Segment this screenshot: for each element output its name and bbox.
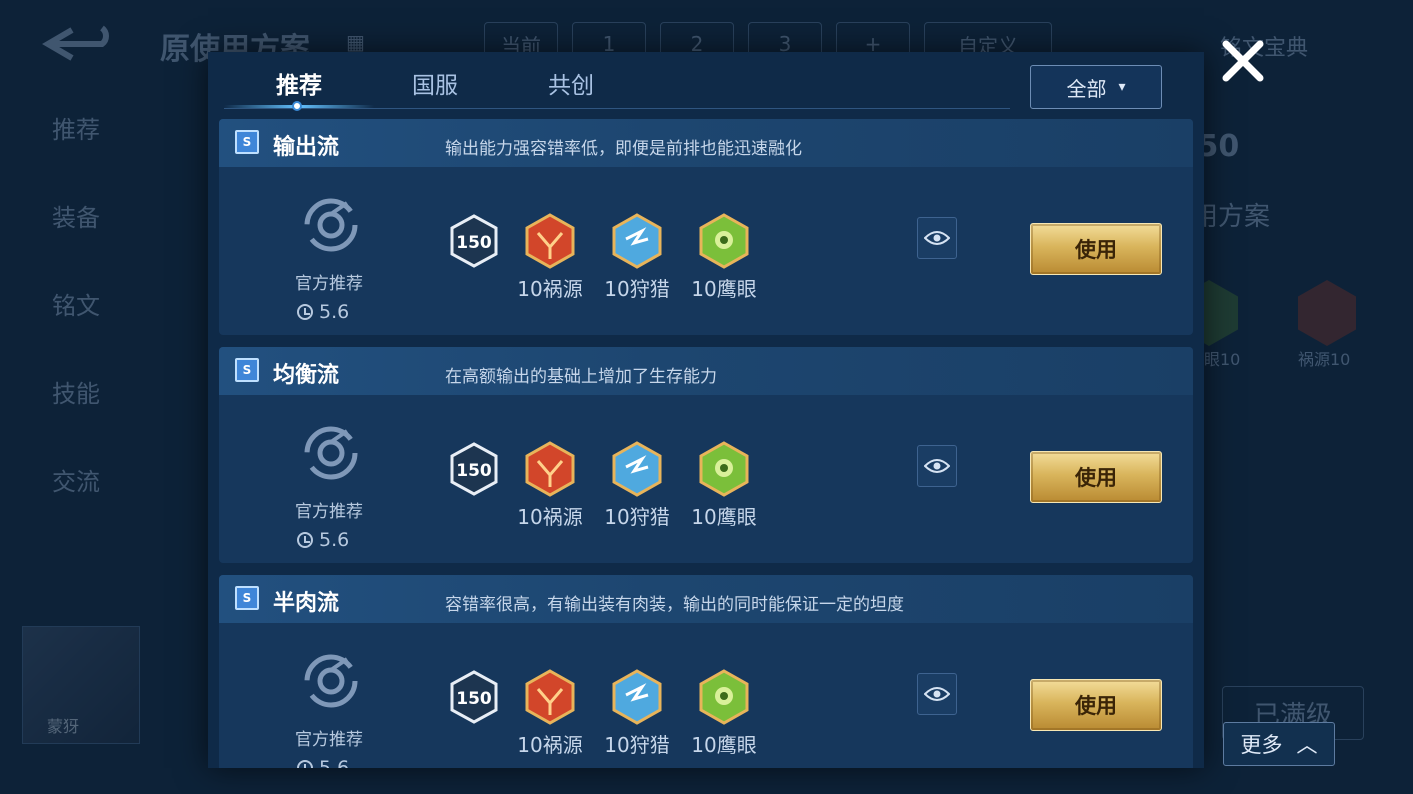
eye-icon bbox=[924, 687, 950, 701]
rune-level-hexagon: 150 bbox=[450, 670, 498, 724]
rune-red-label: 10祸源 bbox=[517, 733, 583, 757]
chevron-down-icon: ▾ bbox=[1118, 79, 1126, 95]
filter-label: 全部 bbox=[1066, 76, 1107, 101]
bg-sidebar: 推荐 装备 铭文 技能 交流 bbox=[52, 110, 100, 498]
rune-level-text: 150 bbox=[456, 461, 492, 481]
rune-red-icon bbox=[525, 213, 575, 269]
eye-icon bbox=[924, 231, 950, 245]
rune-blue-icon bbox=[612, 213, 662, 269]
version-info: 5.6 bbox=[297, 301, 349, 323]
rune-level-text: 150 bbox=[456, 689, 492, 709]
more-label: 更多 bbox=[1240, 733, 1283, 757]
plan-name: 均衡流 bbox=[273, 363, 340, 388]
panel-tabs: 推荐 国服 共创 bbox=[224, 52, 1010, 111]
version-info: 5.6 bbox=[297, 757, 349, 768]
plan-name: 输出流 bbox=[273, 135, 340, 160]
tab-co-create[interactable]: 共创 bbox=[548, 66, 594, 100]
plan-name: 半肉流 bbox=[273, 591, 340, 616]
rune-level-hexagon: 150 bbox=[450, 214, 498, 268]
rune-blue-icon bbox=[612, 669, 662, 725]
rune-level-hexagon: 150 bbox=[450, 442, 498, 496]
plan-card-header: S 均衡流 在高额输出的基础上增加了生存能力 bbox=[219, 347, 1193, 395]
tab-recommend[interactable]: 推荐 bbox=[276, 66, 322, 100]
bg-stone-label-eye: 眼10 bbox=[1204, 350, 1241, 369]
rune-green-icon bbox=[699, 213, 749, 269]
tab-national-server[interactable]: 国服 bbox=[412, 66, 458, 100]
preview-button[interactable] bbox=[917, 445, 957, 487]
bg-sidebar-item-skills: 技能 bbox=[52, 380, 100, 408]
official-recommend-label: 官方推荐 bbox=[295, 274, 363, 294]
plan-description: 在高额输出的基础上增加了生存能力 bbox=[445, 367, 717, 387]
official-recommend-icon bbox=[304, 198, 358, 252]
rune-level-text: 150 bbox=[456, 233, 492, 253]
rune-red-icon bbox=[525, 441, 575, 497]
plan-description: 容错率很高，有输出装有肉装，输出的同时能保证一定的坦度 bbox=[445, 595, 904, 615]
bg-sidebar-item-chat: 交流 bbox=[52, 468, 100, 496]
use-button[interactable]: 使用 bbox=[1030, 223, 1162, 275]
official-badge-icon: S bbox=[235, 586, 259, 610]
version-number: 5.6 bbox=[319, 529, 350, 551]
official-recommend-label: 官方推荐 bbox=[295, 730, 363, 750]
rune-blue-label: 10狩猎 bbox=[604, 277, 670, 301]
back-arrow-icon bbox=[42, 25, 109, 61]
plan-card-header: S 半肉流 容错率很高，有输出装有肉装，输出的同时能保证一定的坦度 bbox=[219, 575, 1193, 623]
more-button[interactable]: 更多 ︿ bbox=[1223, 722, 1335, 766]
official-recommend-label: 官方推荐 bbox=[295, 502, 363, 522]
plan-card: S 半肉流 容错率很高，有输出装有肉装，输出的同时能保证一定的坦度 官方推荐 5… bbox=[219, 575, 1193, 768]
version-number: 5.6 bbox=[319, 301, 350, 323]
active-tab-dot bbox=[292, 101, 302, 111]
version-info: 5.6 bbox=[297, 529, 349, 551]
hero-name: 蒙犽 bbox=[47, 717, 80, 736]
rune-green-label: 10鹰眼 bbox=[691, 733, 757, 757]
rune-blue-label: 10狩猎 bbox=[604, 733, 670, 757]
rune-red-icon bbox=[525, 669, 575, 725]
bg-stone-label-curse: 祸源10 bbox=[1298, 350, 1351, 369]
close-icon[interactable] bbox=[1220, 38, 1266, 84]
hero-avatar: 蒙犽 bbox=[22, 626, 140, 744]
chevron-up-icon: ︿ bbox=[1296, 733, 1318, 757]
clock-icon bbox=[297, 304, 313, 320]
rune-recommend-panel: 推荐 国服 共创 全部 ▾ S 输出流 输出能力强容错率低，即便是前排也能迅速融… bbox=[208, 52, 1204, 768]
rune-green-label: 10鹰眼 bbox=[691, 505, 757, 529]
rune-red-label: 10祸源 bbox=[517, 505, 583, 529]
plan-card-header: S 输出流 输出能力强容错率低，即便是前排也能迅速融化 bbox=[219, 119, 1193, 167]
clock-icon bbox=[297, 760, 313, 768]
rune-blue-icon bbox=[612, 441, 662, 497]
clock-icon bbox=[297, 532, 313, 548]
bg-sidebar-item-recommend: 推荐 bbox=[52, 116, 100, 144]
official-recommend-icon bbox=[304, 654, 358, 708]
plan-description: 输出能力强容错率低，即便是前排也能迅速融化 bbox=[445, 139, 802, 159]
official-badge-icon: S bbox=[235, 130, 259, 154]
eye-icon bbox=[924, 459, 950, 473]
rune-blue-label: 10狩猎 bbox=[604, 505, 670, 529]
bg-sidebar-item-equipment: 装备 bbox=[52, 204, 100, 232]
official-recommend-icon bbox=[304, 426, 358, 480]
official-badge-icon: S bbox=[235, 358, 259, 382]
rune-green-icon bbox=[699, 669, 749, 725]
use-button[interactable]: 使用 bbox=[1030, 451, 1162, 503]
filter-dropdown[interactable]: 全部 ▾ bbox=[1030, 65, 1162, 109]
plan-list[interactable]: S 输出流 输出能力强容错率低，即便是前排也能迅速融化 官方推荐 5.6 150 bbox=[219, 119, 1193, 768]
plan-card: S 输出流 输出能力强容错率低，即便是前排也能迅速融化 官方推荐 5.6 150 bbox=[219, 119, 1193, 335]
grid-icon: ▦ bbox=[346, 30, 365, 54]
use-button[interactable]: 使用 bbox=[1030, 679, 1162, 731]
rune-green-label: 10鹰眼 bbox=[691, 277, 757, 301]
plan-card: S 均衡流 在高额输出的基础上增加了生存能力 官方推荐 5.6 150 10祸源… bbox=[219, 347, 1193, 563]
preview-button[interactable] bbox=[917, 673, 957, 715]
rune-red-label: 10祸源 bbox=[517, 277, 583, 301]
version-number: 5.6 bbox=[319, 757, 350, 768]
preview-button[interactable] bbox=[917, 217, 957, 259]
bg-sidebar-item-runes: 铭文 bbox=[52, 292, 100, 320]
rune-green-icon bbox=[699, 441, 749, 497]
bg-rune-stone-red bbox=[1298, 280, 1356, 346]
